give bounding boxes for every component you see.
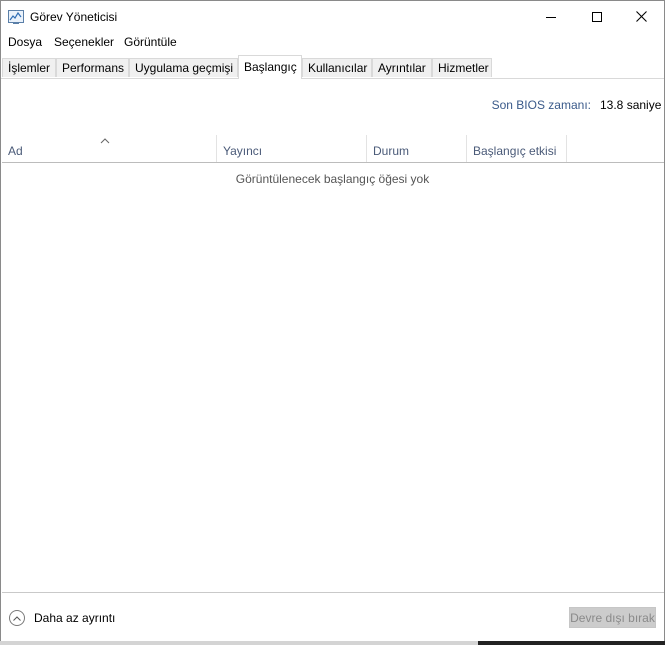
sort-ascending-icon	[100, 133, 110, 147]
column-header-durum[interactable]: Durum	[373, 144, 409, 158]
window-title: Görev Yöneticisi	[30, 10, 118, 24]
close-icon	[635, 11, 647, 22]
tab-hizmetler[interactable]: Hizmetler	[432, 58, 492, 77]
disable-button[interactable]: Devre dışı bırak	[569, 607, 656, 628]
task-manager-window: Görev Yöneticisi Dosya Seçenekler Görünt…	[0, 0, 665, 643]
task-manager-app-icon	[8, 10, 24, 24]
tab-kullanicilar[interactable]: Kullanıcılar	[302, 58, 372, 77]
footer-divider	[2, 592, 664, 593]
menu-item-dosya[interactable]: Dosya	[8, 35, 42, 49]
bios-time-value: 13.8 saniye	[600, 98, 662, 112]
chevron-up-circle-icon	[9, 610, 25, 626]
tab-bar: İşlemler Performans Uygulama geçmişi Baş…	[1, 52, 664, 79]
maximize-icon	[592, 11, 602, 22]
column-divider[interactable]	[216, 135, 217, 163]
header-divider	[2, 162, 664, 163]
column-header-ad[interactable]: Ad	[8, 144, 23, 158]
empty-list-message: Görüntülenecek başlangıç öğesi yok	[235, 172, 430, 186]
column-header-yayinci[interactable]: Yayıncı	[223, 144, 262, 158]
column-header-baslangic-etkisi[interactable]: Başlangıç etkisi	[473, 144, 556, 158]
tab-performans[interactable]: Performans	[56, 58, 129, 77]
tab-islemler[interactable]: İşlemler	[2, 58, 56, 77]
close-button[interactable]	[618, 1, 664, 32]
menu-bar: Dosya Seçenekler Görüntüle	[1, 32, 664, 52]
menu-item-secenekler[interactable]: Seçenekler	[54, 35, 114, 49]
tab-ayrintilar[interactable]: Ayrıntılar	[372, 58, 432, 77]
maximize-button[interactable]	[574, 1, 620, 32]
fewer-details-label: Daha az ayrıntı	[34, 611, 116, 625]
column-divider[interactable]	[366, 135, 367, 163]
column-divider[interactable]	[466, 135, 467, 163]
minimize-button[interactable]	[528, 1, 574, 32]
column-divider[interactable]	[566, 135, 567, 163]
fewer-details-button[interactable]: Daha az ayrıntı	[9, 608, 115, 628]
menu-item-goruntule[interactable]: Görüntüle	[124, 35, 177, 49]
taskbar-edge-highlight	[0, 641, 478, 645]
tab-uygulama-gecmisi[interactable]: Uygulama geçmişi	[129, 58, 238, 77]
title-bar[interactable]: Görev Yöneticisi	[1, 1, 664, 32]
minimize-icon	[546, 16, 556, 18]
tab-baslangic[interactable]: Başlangıç	[238, 55, 302, 79]
bios-time-label: Son BIOS zamanı:	[491, 98, 591, 112]
